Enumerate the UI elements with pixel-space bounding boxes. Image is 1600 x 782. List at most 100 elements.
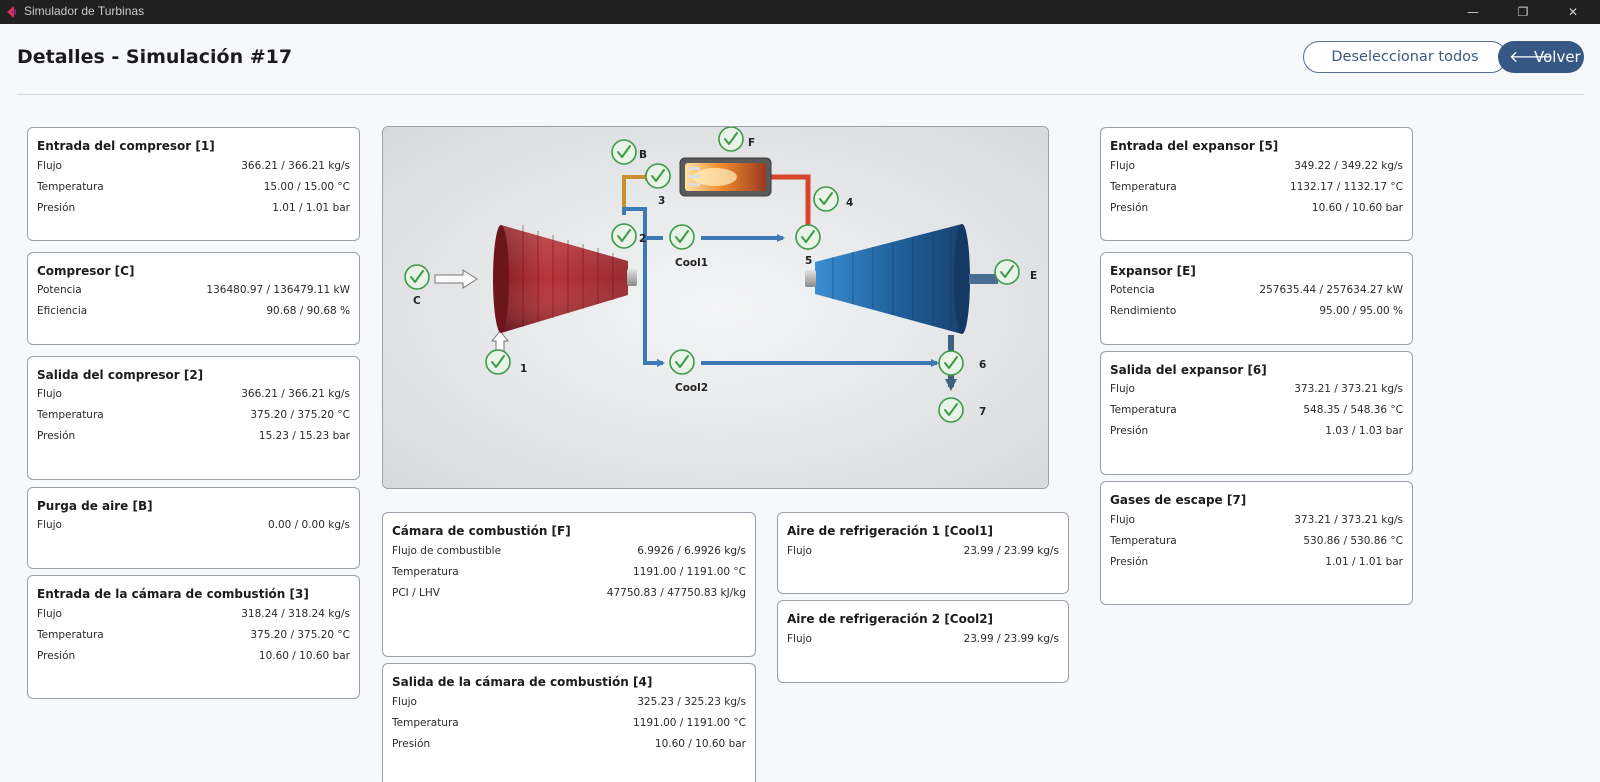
row-value: 1132.17 / 1132.17 °C <box>1290 181 1403 193</box>
select-toggle-6[interactable] <box>938 350 964 376</box>
row-label: Potencia <box>37 284 82 296</box>
select-toggle-5[interactable] <box>795 224 821 250</box>
label-6: 6 <box>979 359 987 371</box>
card-row: Temperatura 548.35 / 548.36 °C <box>1110 404 1403 420</box>
close-button[interactable]: ✕ <box>1550 0 1596 24</box>
select-toggle-C[interactable] <box>404 264 430 290</box>
card-row: Flujo 23.99 / 23.99 kg/s <box>787 633 1059 649</box>
label-B: B <box>639 149 648 161</box>
minimize-button[interactable]: — <box>1450 0 1496 24</box>
card-row: Presión 10.60 / 10.60 bar <box>1110 202 1403 218</box>
row-value: 10.60 / 10.60 bar <box>1311 202 1403 214</box>
card-expander: Expansor [E] Potencia 257635.44 / 257634.… <box>1100 252 1413 345</box>
row-label: Presión <box>37 430 76 442</box>
row-label: Temperatura <box>1110 404 1177 416</box>
back-button[interactable]: 🡐 Volver <box>1498 41 1584 73</box>
row-label: Temperatura <box>37 409 104 421</box>
row-value: 10.60 / 10.60 bar <box>654 738 746 750</box>
check-circle-icon <box>718 127 744 152</box>
row-label: Temperatura <box>392 566 459 578</box>
card-row: Potencia 136480.97 / 136479.11 kW <box>37 284 350 300</box>
card-row: Flujo 318.24 / 318.24 kg/s <box>37 608 350 624</box>
card-expander-inlet: Entrada del expansor [5] Flujo 349.22 / 3… <box>1100 127 1413 241</box>
row-value: 349.22 / 349.22 kg/s <box>1294 160 1403 172</box>
row-value: 23.99 / 23.99 kg/s <box>963 545 1059 557</box>
select-toggle-3[interactable] <box>645 163 671 189</box>
check-circle-icon <box>669 224 695 250</box>
select-toggle-1[interactable] <box>485 349 511 375</box>
label-1: 1 <box>520 363 528 375</box>
select-toggle-2[interactable] <box>611 223 637 249</box>
turbine-diagram-canvas <box>383 127 1048 488</box>
row-label: Presión <box>392 738 431 750</box>
select-toggle-B[interactable] <box>611 139 637 165</box>
card-title: Gases de escape [7] <box>1110 493 1247 507</box>
check-circle-icon <box>994 259 1020 285</box>
card-row: Presión 10.60 / 10.60 bar <box>37 650 350 666</box>
row-value: 23.99 / 23.99 kg/s <box>963 633 1059 645</box>
select-toggle-F[interactable] <box>718 127 744 152</box>
card-row: Temperatura 375.20 / 375.20 °C <box>37 409 350 425</box>
header-divider <box>17 94 1584 95</box>
row-label: Temperatura <box>1110 535 1177 547</box>
combustion-chamber-icon <box>679 157 772 197</box>
row-value: 1191.00 / 1191.00 °C <box>633 717 746 729</box>
select-toggle-4[interactable] <box>813 186 839 212</box>
card-row: Presión 1.01 / 1.01 bar <box>1110 556 1403 572</box>
card-compressor-outlet: Salida del compresor [2] Flujo 366.21 / 3… <box>27 356 360 480</box>
row-label: Presión <box>1110 425 1149 437</box>
card-title: Cámara de combustión [F] <box>392 524 571 538</box>
row-label: Flujo <box>787 633 812 645</box>
label-4: 4 <box>846 197 854 209</box>
select-toggle-E[interactable] <box>994 259 1020 285</box>
check-circle-icon <box>938 350 964 376</box>
card-row: Flujo 325.23 / 325.23 kg/s <box>392 696 746 712</box>
label-3: 3 <box>658 195 666 207</box>
row-value: 1.01 / 1.01 bar <box>1325 556 1403 568</box>
maximize-button[interactable]: ❐ <box>1500 0 1546 24</box>
row-label: Temperatura <box>1110 181 1177 193</box>
label-E: E <box>1030 270 1038 282</box>
label-C: C <box>413 295 421 307</box>
select-toggle-7[interactable] <box>938 397 964 423</box>
card-compressor-inlet: Entrada del compresor [1] Flujo 366.21 / … <box>27 127 360 241</box>
card-compressor: Compresor [C] Potencia 136480.97 / 136479… <box>27 252 360 345</box>
select-toggle-cool1[interactable] <box>669 224 695 250</box>
card-row: Temperatura 375.20 / 375.20 °C <box>37 629 350 645</box>
card-row: Presión 1.01 / 1.01 bar <box>37 202 350 218</box>
card-title: Expansor [E] <box>1110 264 1196 278</box>
card-title: Purga de aire [B] <box>37 499 153 513</box>
check-circle-icon <box>645 163 671 189</box>
card-row: Flujo 0.00 / 0.00 kg/s <box>37 519 350 535</box>
label-F: F <box>748 137 756 149</box>
card-title: Salida de la cámara de combustión [4] <box>392 675 653 689</box>
card-row: Temperatura 530.86 / 530.86 °C <box>1110 535 1403 551</box>
row-value: 47750.83 / 47750.83 kJ/kg <box>606 587 746 599</box>
deselect-all-button[interactable]: Deseleccionar todos <box>1303 41 1507 73</box>
row-label: Flujo <box>787 545 812 557</box>
card-title: Entrada del expansor [5] <box>1110 139 1279 153</box>
turbine-diagram: C 1 2 B 3 F 4 5 E 6 7 Cool1 Cool2 <box>382 126 1049 489</box>
card-row: Flujo de combustible 6.9926 / 6.9926 kg/s <box>392 545 746 561</box>
card-title: Aire de refrigeración 2 [Cool2] <box>787 612 994 626</box>
row-value: 1.01 / 1.01 bar <box>272 202 350 214</box>
row-value: 6.9926 / 6.9926 kg/s <box>637 545 746 557</box>
row-label: Presión <box>37 202 76 214</box>
row-label: Flujo <box>392 696 417 708</box>
card-combustor-inlet: Entrada de la cámara de combustión [3] F… <box>27 575 360 699</box>
row-value: 15.00 / 15.00 °C <box>263 181 350 193</box>
card-row: Flujo 373.21 / 373.21 kg/s <box>1110 514 1403 530</box>
check-circle-icon <box>813 186 839 212</box>
row-label: Flujo <box>1110 160 1135 172</box>
row-value: 375.20 / 375.20 °C <box>250 409 350 421</box>
check-circle-icon <box>938 397 964 423</box>
page-title: Detalles - Simulación #17 <box>17 46 293 68</box>
card-exhaust-gases: Gases de escape [7] Flujo 373.21 / 373.21… <box>1100 481 1413 605</box>
check-circle-icon <box>611 139 637 165</box>
label-cool1: Cool1 <box>675 257 709 269</box>
card-row: Flujo 349.22 / 349.22 kg/s <box>1110 160 1403 176</box>
row-label: Presión <box>37 650 76 662</box>
select-toggle-cool2[interactable] <box>669 349 695 375</box>
card-row: Flujo 366.21 / 366.21 kg/s <box>37 160 350 176</box>
card-row: Eficiencia 90.68 / 90.68 % <box>37 305 350 321</box>
